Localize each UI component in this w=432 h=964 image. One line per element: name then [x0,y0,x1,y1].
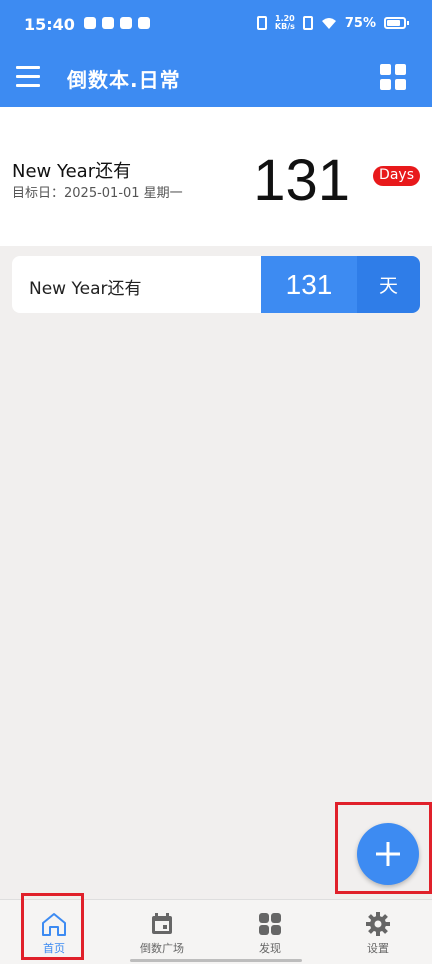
wifi-icon [321,17,336,29]
gesture-bar [130,959,302,962]
vibrate-icon [256,16,267,30]
gear-icon [366,912,390,936]
apps-grid-icon [259,913,281,935]
battery-icon [384,17,409,29]
hamburger-menu-icon[interactable] [16,66,40,88]
app-title: 倒数本.日常 [67,68,181,92]
notification-icon [120,17,132,29]
nav-discover-label: 发现 [259,942,281,955]
nav-settings-label: 设置 [367,942,389,955]
notification-icon [102,17,114,29]
grid-view-icon[interactable] [380,64,406,90]
nav-countdown-square[interactable]: 倒数广场 [108,900,216,964]
network-speed: 1.20 KB/s [274,14,295,31]
app-bar: 倒数本.日常 [0,50,432,107]
add-button[interactable] [357,823,419,885]
nav-discover[interactable]: 发现 [216,900,324,964]
nav-settings[interactable]: 设置 [324,900,432,964]
notification-icon [138,17,150,29]
plus-icon [376,842,400,866]
status-right: 1.20 KB/s 75% [256,14,409,31]
notification-icons [84,17,150,29]
notification-icon [84,17,96,29]
event-title: New Year还有 [29,279,142,299]
featured-count: 131 [253,148,350,213]
battery-percent: 75% [344,15,376,31]
event-card[interactable]: New Year还有 131 天 [12,256,420,313]
featured-unit-badge: Days [373,166,420,186]
featured-title: New Year还有 [12,161,132,182]
sim-icon [302,16,313,30]
featured-countdown[interactable]: New Year还有 目标日：2025-01-01 星期一 131 Days [0,107,432,246]
featured-date: 目标日：2025-01-01 星期一 [12,186,183,201]
event-unit: 天 [357,256,420,313]
nav-countdown-square-label: 倒数广场 [140,942,184,955]
event-count: 131 [261,256,357,313]
status-time: 15:40 [24,15,75,34]
status-bar: 15:40 1.20 KB/s 75% [0,0,432,50]
highlight-box [21,893,84,960]
calendar-icon [152,913,172,934]
